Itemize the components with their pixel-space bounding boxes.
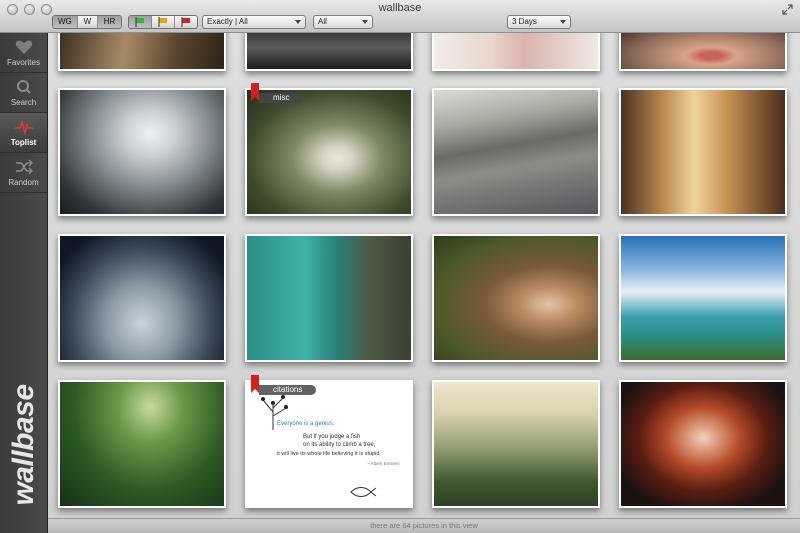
wallpaper-thumbnail[interactable] bbox=[245, 234, 413, 362]
match-select[interactable]: Exactly | All bbox=[202, 15, 306, 29]
quote-line-2: But if you judge a fish bbox=[303, 434, 361, 440]
wallpaper-thumbnail[interactable] bbox=[58, 33, 226, 71]
timespan-select[interactable]: 3 Days bbox=[507, 15, 571, 29]
quote-line-3: on its ability to climb a tree, bbox=[303, 442, 376, 448]
thumbnail-tag-label: citations bbox=[259, 385, 317, 395]
quote-author: ~ Albert Einstein bbox=[367, 461, 400, 466]
shuffle-icon bbox=[15, 159, 33, 175]
chevron-down-icon bbox=[295, 20, 301, 24]
wallpaper-thumbnail[interactable]: Everyone is a genius. But if you judge a… bbox=[245, 380, 413, 508]
thumbnail-image bbox=[247, 236, 411, 360]
quote-wallpaper: Everyone is a genius. But if you judge a… bbox=[247, 382, 411, 506]
logo-text: wallbase bbox=[7, 384, 40, 506]
thumbnail-image bbox=[434, 236, 598, 360]
bookmark-ribbon-icon bbox=[251, 83, 259, 101]
sidebar-item-random[interactable]: Random bbox=[0, 153, 47, 193]
thumbnail-tag-label: misc bbox=[259, 93, 304, 103]
thumbnail-image bbox=[621, 236, 785, 360]
magnifier-icon bbox=[16, 80, 31, 94]
sidebar-item-toplist[interactable]: Toplist bbox=[0, 113, 47, 153]
sidebar-item-favorites[interactable]: Favorites bbox=[0, 33, 47, 73]
chevron-down-icon bbox=[560, 20, 566, 24]
segment-w[interactable]: W bbox=[78, 16, 99, 28]
segment-wg[interactable]: WG bbox=[53, 16, 78, 28]
thumbnail-image bbox=[434, 33, 598, 69]
wallpaper-thumbnail[interactable] bbox=[58, 234, 226, 362]
status-bar: there are 64 pictures in this view bbox=[48, 518, 800, 533]
bookmark-ribbon-icon bbox=[251, 375, 259, 393]
thumbnail-image bbox=[621, 33, 785, 69]
flag-yellow-icon bbox=[158, 17, 167, 27]
heart-icon bbox=[15, 40, 32, 54]
wallpaper-thumbnail[interactable] bbox=[58, 88, 226, 216]
wallpaper-thumbnail[interactable] bbox=[619, 234, 787, 362]
wallpaper-thumbnail[interactable] bbox=[432, 33, 600, 71]
wallpaper-thumbnail[interactable] bbox=[58, 380, 226, 508]
sidebar: Favorites Search Toplist Random wallbase bbox=[0, 33, 48, 533]
category-select-value: All bbox=[318, 17, 327, 26]
flag-red-icon bbox=[181, 17, 190, 27]
quote-line-1: Everyone is a genius. bbox=[277, 421, 335, 427]
match-select-value: Exactly | All bbox=[207, 17, 248, 26]
wallpaper-thumbnail[interactable] bbox=[245, 88, 413, 216]
pulse-graph-icon bbox=[14, 119, 33, 135]
thumbnail-image bbox=[60, 236, 224, 360]
sidebar-item-label: Random bbox=[8, 178, 39, 187]
category-select[interactable]: All bbox=[313, 15, 373, 29]
purity-sketchy-toggle[interactable] bbox=[152, 16, 175, 28]
sidebar-item-label: Favorites bbox=[7, 58, 40, 67]
purity-filter-control bbox=[128, 15, 198, 29]
wallpaper-thumbnail[interactable] bbox=[432, 234, 600, 362]
timespan-select-value: 3 Days bbox=[512, 17, 537, 26]
window-title: wallbase bbox=[378, 2, 422, 14]
wallpaper-grid: misc Everyone is a genius. But if you ju… bbox=[48, 33, 800, 518]
thumbnail-image bbox=[434, 382, 598, 506]
thumbnail-image bbox=[434, 90, 598, 214]
chevron-down-icon bbox=[362, 20, 368, 24]
thumbnail-image bbox=[60, 382, 224, 506]
sidebar-item-search[interactable]: Search bbox=[0, 73, 47, 113]
thumbnail-image bbox=[621, 382, 785, 506]
wallpaper-thumbnail[interactable] bbox=[245, 33, 413, 71]
thumbnail-image bbox=[247, 33, 411, 69]
fish-drawing-icon bbox=[350, 487, 377, 497]
thumbnail-image bbox=[60, 90, 224, 214]
purity-sfw-toggle[interactable] bbox=[129, 16, 152, 28]
segment-hr[interactable]: HR bbox=[98, 16, 121, 28]
flag-green-icon bbox=[135, 17, 144, 27]
thumbnail-image bbox=[247, 90, 411, 214]
wallpaper-thumbnail[interactable] bbox=[619, 33, 787, 71]
thumbnail-image bbox=[621, 90, 785, 214]
wallpaper-thumbnail[interactable] bbox=[619, 380, 787, 508]
resolution-segmented-control: WG W HR bbox=[52, 15, 122, 29]
quote-line-4: it will live its whole life believing it… bbox=[277, 451, 381, 457]
wallpaper-thumbnail[interactable] bbox=[432, 380, 600, 508]
thumbnail-image bbox=[60, 33, 224, 69]
sidebar-item-label: Toplist bbox=[10, 138, 37, 147]
sidebar-item-label: Search bbox=[10, 98, 37, 107]
wallpaper-thumbnail[interactable] bbox=[619, 88, 787, 216]
toolbar: wallbase WG W HR Exactly | All All 3 Day… bbox=[0, 0, 800, 33]
purity-nsfw-toggle[interactable] bbox=[175, 16, 197, 28]
fullscreen-icon[interactable] bbox=[782, 4, 793, 15]
wallpaper-thumbnail[interactable] bbox=[432, 88, 600, 216]
wallbase-logo: wallbase bbox=[4, 375, 44, 515]
